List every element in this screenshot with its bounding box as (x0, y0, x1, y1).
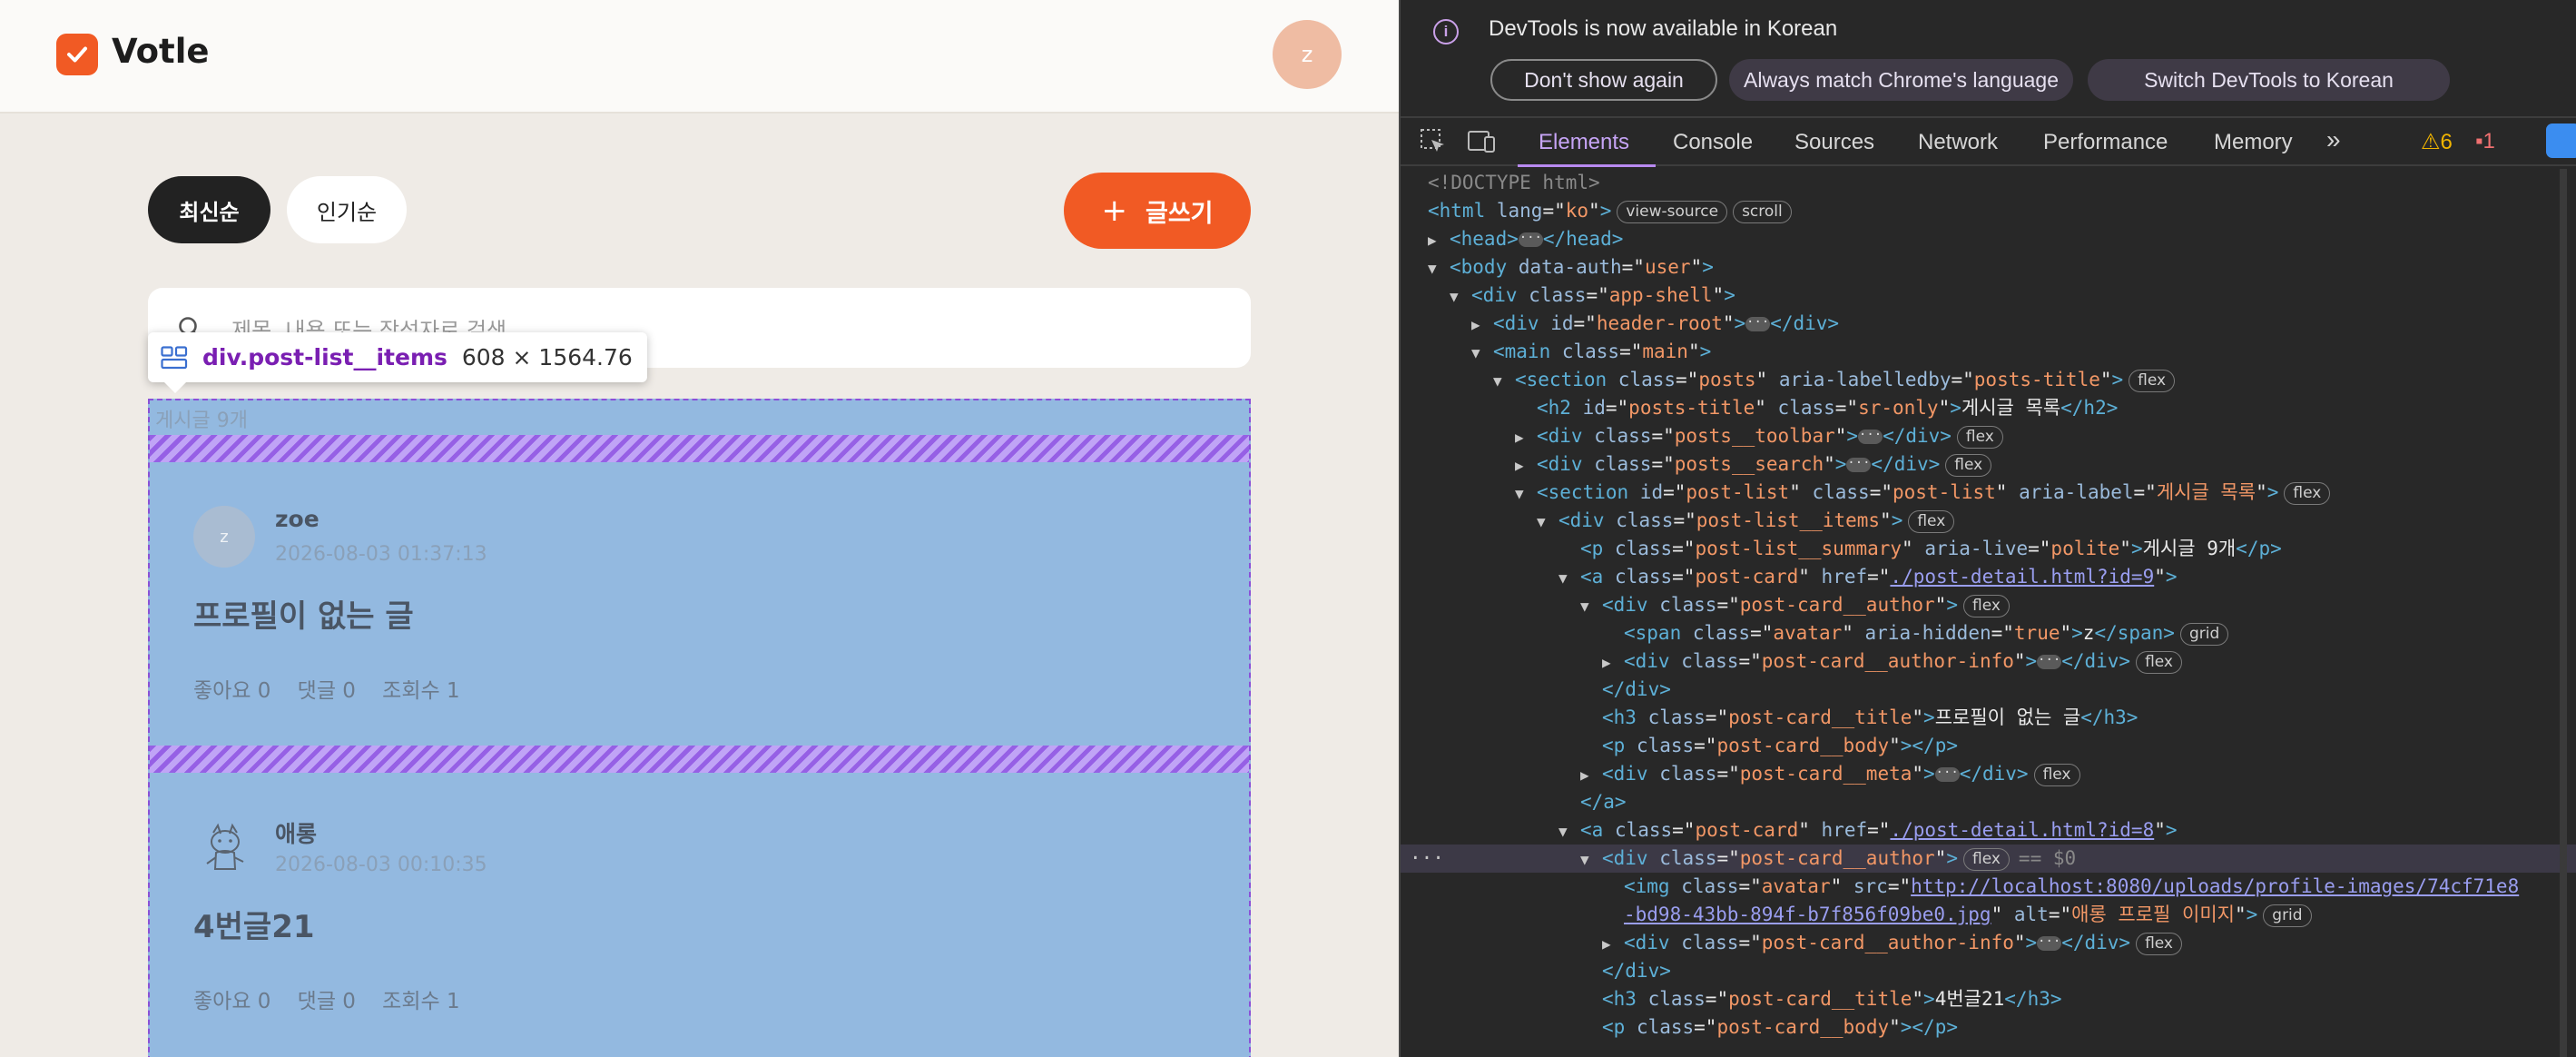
more-actions-icon[interactable]: ··· (1410, 845, 1444, 873)
error-icon: ▪ (2475, 129, 2483, 153)
dom-line[interactable]: <h3 class="post-card__title">4번글21</h3> (1401, 985, 2576, 1013)
warnings-counter[interactable]: ⚠6 (2421, 129, 2453, 155)
post-meta: 좋아요 0 댓글 0 조회수 1 (193, 990, 460, 1013)
post-title: 프로필이 없는 글 (193, 598, 414, 635)
tab-performance[interactable]: Performance (2043, 130, 2168, 155)
post-date: 2026-08-03 00:10:35 (275, 854, 487, 876)
dom-line[interactable]: ▶ <div class="post-card__meta">···</div> f… (1401, 760, 2576, 788)
warning-icon: ⚠ (2421, 130, 2441, 154)
write-post-label: 글쓰기 (1145, 199, 1214, 228)
language-infobar: i DevTools is now available in Korean Do… (1401, 0, 2576, 111)
tab-memory[interactable]: Memory (2214, 130, 2293, 155)
dom-line[interactable]: <img class="avatar" src="http://localhos… (1401, 873, 2576, 901)
dom-line[interactable]: ▼ <section class="posts" aria-labelledby=… (1401, 366, 2576, 394)
dom-line[interactable]: <!DOCTYPE html> (1401, 169, 2576, 197)
tooltip-element-size: 608 × 1564.76 (461, 344, 633, 370)
dont-show-again-button[interactable]: Don't show again (1490, 59, 1717, 101)
site-header: Votle z (0, 0, 1399, 114)
dom-line[interactable]: -bd98-43bb-894f-b7f856f09be0.jpg" alt="애… (1401, 901, 2576, 929)
info-icon: i (1433, 19, 1459, 44)
post-date: 2026-08-03 01:37:13 (275, 543, 487, 566)
dom-line[interactable]: </div> (1401, 676, 2576, 704)
dom-line[interactable]: ▶ <div class="post-card__author-info">···… (1401, 647, 2576, 676)
logo-text[interactable]: Votle (112, 32, 210, 71)
dom-line[interactable]: ▶ <div class="posts__toolbar">···</div> fl… (1401, 422, 2576, 450)
logo-check-icon[interactable] (56, 34, 98, 75)
dom-line[interactable]: <p class="post-card__body"></p> (1401, 1013, 2576, 1042)
devtools-tabbar: Elements Console Sources Network Perform… (1401, 116, 2576, 167)
inspect-element-icon[interactable] (1419, 127, 1448, 156)
write-post-button[interactable]: + 글쓰기 (1064, 173, 1251, 249)
post-list-summary: 게시글 9개 (155, 410, 248, 432)
post-author: zoe (275, 506, 320, 532)
flex-gap-band (150, 435, 1249, 462)
dom-line[interactable]: ▶ <div id="header-root">···</div> (1401, 310, 2576, 338)
dom-line[interactable]: <p class="post-list__summary" aria-live=… (1401, 535, 2576, 563)
dom-line[interactable]: ▼ <div class="app-shell"> (1401, 282, 2576, 310)
flex-gap-band (150, 746, 1249, 773)
dom-line[interactable]: ▼ <section id="post-list" class="post-lis… (1401, 479, 2576, 507)
errors-counter[interactable]: ▪1 (2475, 129, 2495, 154)
dom-line[interactable]: </a> (1401, 788, 2576, 816)
post-card[interactable]: 애롱 2026-08-03 00:10:35 4번글21 좋아요 0 댓글 0 … (150, 775, 1249, 1057)
dom-line[interactable]: <p class="post-card__body"></p> (1401, 732, 2576, 760)
dom-line[interactable]: <h3 class="post-card__title">프로필이 없는 글</… (1401, 704, 2576, 732)
web-page-viewport: Votle z 최신순 인기순 + 글쓰기 제목, 내용 또는 작성자로 검색 … (0, 0, 1399, 1057)
flex-container-icon (161, 345, 188, 369)
settings-sync-icon[interactable] (2546, 123, 2576, 158)
dom-line[interactable]: </div> (1401, 957, 2576, 985)
switch-to-korean-button[interactable]: Switch DevTools to Korean (2088, 59, 2450, 101)
dom-line[interactable]: <span class="avatar" aria-hidden="true">… (1401, 619, 2576, 647)
tab-sources[interactable]: Sources (1794, 130, 1874, 155)
tooltip-element-name: div.post-list__items (202, 344, 447, 370)
sort-latest-button[interactable]: 최신순 (148, 176, 270, 243)
tab-elements[interactable]: Elements (1539, 130, 1629, 155)
plus-icon: + (1101, 193, 1127, 229)
dom-tree-scrollbar[interactable] (2560, 169, 2567, 1057)
dom-line[interactable]: ▼ <main class="main"> (1401, 338, 2576, 366)
dom-line[interactable]: <html lang="ko"> view-source scroll (1401, 197, 2576, 225)
match-chrome-language-button[interactable]: Always match Chrome's language (1729, 59, 2073, 101)
dom-line[interactable]: ▶ <div class="posts__search">···</div> fle… (1401, 450, 2576, 479)
post-list-items-highlight: 게시글 9개 z zoe 2026-08-03 01:37:13 프로필이 없는… (148, 399, 1251, 1057)
more-tabs-icon[interactable]: » (2326, 125, 2341, 154)
post-meta: 좋아요 0 댓글 0 조회수 1 (193, 679, 460, 703)
dom-line[interactable]: ▼ <a class="post-card" href="./post-detai… (1401, 816, 2576, 845)
avatar: z (193, 506, 255, 568)
post-card[interactable]: z zoe 2026-08-03 01:37:13 프로필이 없는 글 좋아요 … (150, 464, 1249, 732)
devtools-panel: i DevTools is now available in Korean Do… (1399, 0, 2576, 1057)
inspect-tooltip: div.post-list__items 608 × 1564.76 (148, 332, 647, 393)
sort-popular-button[interactable]: 인기순 (287, 176, 407, 243)
elements-dom-tree: <!DOCTYPE html> <html lang="ko"> view-sou… (1401, 169, 2576, 1057)
device-toolbar-icon[interactable] (1466, 127, 1497, 156)
dom-line[interactable]: <h2 id="posts-title" class="sr-only">게시글… (1401, 394, 2576, 422)
character-sketch-icon (206, 823, 244, 870)
dom-line[interactable]: ▼ <div class="post-list__items"> flex (1401, 507, 2576, 535)
dom-line[interactable]: ▼ <body data-auth="user"> (1401, 253, 2576, 282)
dom-line[interactable]: ▶ <div class="post-card__author-info">···… (1401, 929, 2576, 957)
dom-line[interactable]: ▼ <a class="post-card" href="./post-detai… (1401, 563, 2576, 591)
active-tab-indicator (1518, 164, 1656, 167)
user-avatar[interactable]: z (1273, 20, 1342, 89)
dom-line-selected[interactable]: ··· ▼ <div class="post-card__author"> flex =… (1401, 845, 2576, 873)
post-author: 애롱 (275, 821, 318, 847)
post-title: 4번글21 (193, 909, 315, 945)
tab-network[interactable]: Network (1918, 130, 1998, 155)
tab-console[interactable]: Console (1673, 130, 1753, 155)
infobar-message: DevTools is now available in Korean (1489, 16, 1838, 41)
dom-line[interactable]: ▼ <div class="post-card__author"> flex (1401, 591, 2576, 619)
dom-line[interactable]: ▶ <head>···</head> (1401, 225, 2576, 253)
